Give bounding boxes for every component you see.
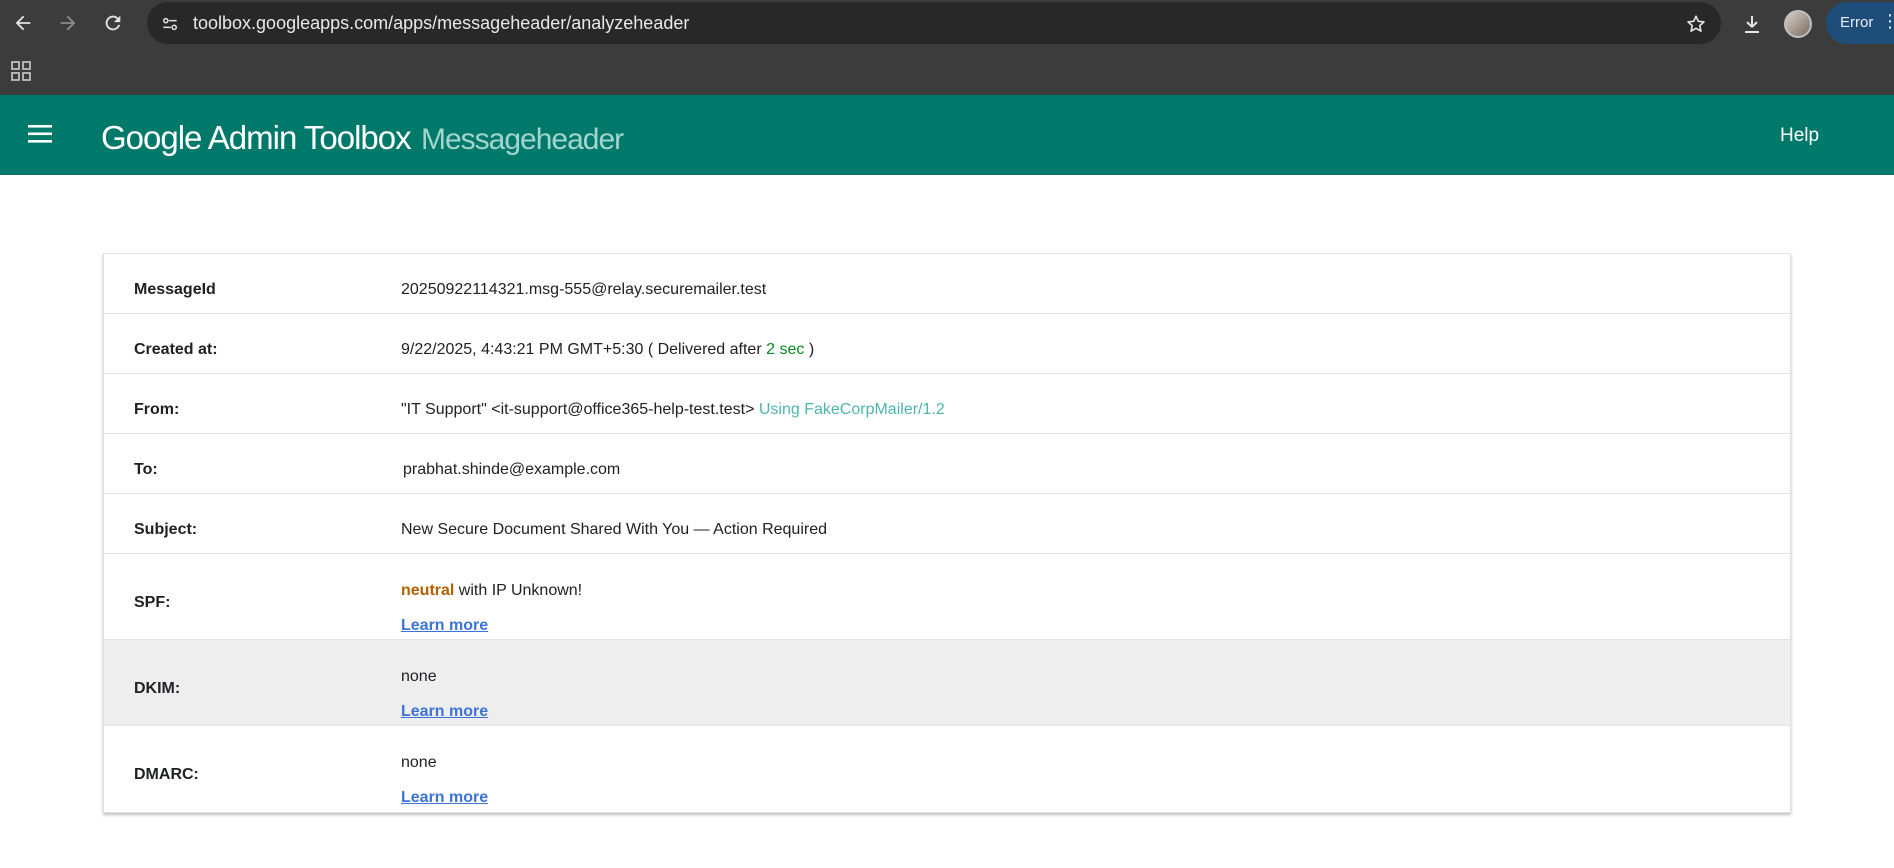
spf-result: neutral [401, 582, 455, 599]
bookmark-star-icon[interactable] [1683, 11, 1709, 37]
delivered-prefix: ( Delivered after [647, 341, 762, 358]
dmarc-learn-more-link[interactable]: Learn more [401, 789, 488, 807]
subject-value: New Secure Document Shared With You — Ac… [401, 521, 828, 538]
product-title: Messageheader [421, 123, 624, 156]
spf-learn-more-link[interactable]: Learn more [401, 617, 488, 635]
app-header: Google Admin Toolbox Messageheader Help [0, 95, 1894, 175]
spf-value: neutral with IP Unknown! [401, 582, 582, 600]
brand-title[interactable]: Google Admin Toolbox [101, 119, 412, 157]
row-spf: SPF: neutral with IP Unknown! Learn more [104, 554, 1790, 640]
row-created-at: Created at: 9/22/2025, 4:43:21 PM GMT+5:… [104, 314, 1790, 374]
profile-error-label: Error [1840, 14, 1874, 31]
spf-label: SPF: [134, 594, 171, 611]
to-value: prabhat.shinde@example.com [403, 461, 621, 478]
reload-icon [105, 15, 121, 31]
apps-grid-icon[interactable] [10, 60, 32, 82]
header-analysis-table: MessageId 20250922114321.msg-555@relay.s… [103, 253, 1791, 813]
row-dkim: DKIM: none Learn more [104, 640, 1790, 726]
created-at-label: Created at: [134, 341, 218, 358]
browser-toolbar: toolbox.googleapps.com/apps/messageheade… [0, 0, 1894, 46]
browser-menu-icon[interactable]: ⋮ [1881, 12, 1894, 30]
from-value: "IT Support" <it-support@office365-help-… [401, 401, 945, 419]
created-at-timestamp: 9/22/2025, 4:43:21 PM GMT+5:30 [401, 341, 644, 358]
row-to: To: prabhat.shinde@example.com [104, 434, 1790, 494]
profile-avatar[interactable] [1784, 10, 1812, 38]
back-arrow-icon [15, 15, 31, 31]
row-subject: Subject: New Secure Document Shared With… [104, 494, 1790, 554]
address-bar[interactable]: toolbox.googleapps.com/apps/messageheade… [147, 2, 1721, 44]
from-label: From: [134, 401, 180, 418]
subject-label: Subject: [134, 521, 198, 538]
row-from: From: "IT Support" <it-support@office365… [104, 374, 1790, 434]
help-link[interactable]: Help [1780, 125, 1819, 147]
message-id-label: MessageId [134, 281, 216, 298]
dmarc-value: none [401, 754, 437, 771]
dkim-learn-more-link[interactable]: Learn more [401, 703, 488, 721]
forward-button[interactable] [53, 8, 83, 38]
site-info-icon[interactable] [157, 11, 183, 37]
forward-arrow-icon [60, 15, 76, 31]
spf-detail: with IP Unknown! [458, 582, 583, 599]
created-at-value: 9/22/2025, 4:43:21 PM GMT+5:30 ( Deliver… [401, 341, 814, 359]
dkim-value: none [401, 668, 437, 685]
dmarc-label: DMARC: [134, 766, 199, 783]
bookmarks-bar [0, 46, 1894, 95]
dkim-label: DKIM: [134, 680, 181, 697]
back-button[interactable] [8, 8, 38, 38]
row-message-id: MessageId 20250922114321.msg-555@relay.s… [104, 254, 1790, 314]
row-dmarc: DMARC: none Learn more [104, 726, 1790, 812]
delivered-time: 2 sec [766, 341, 805, 358]
hamburger-menu-icon[interactable] [26, 121, 56, 147]
delivered-suffix: ) [808, 341, 815, 358]
reload-button[interactable] [98, 8, 128, 38]
url-text[interactable]: toolbox.googleapps.com/apps/messageheade… [193, 13, 689, 34]
from-address: "IT Support" <it-support@office365-help-… [401, 401, 755, 418]
download-icon[interactable] [1738, 10, 1766, 38]
message-id-value: 20250922114321.msg-555@relay.securemaile… [401, 281, 767, 298]
to-label: To: [134, 461, 158, 478]
mailer-info: Using FakeCorpMailer/1.2 [758, 401, 945, 418]
